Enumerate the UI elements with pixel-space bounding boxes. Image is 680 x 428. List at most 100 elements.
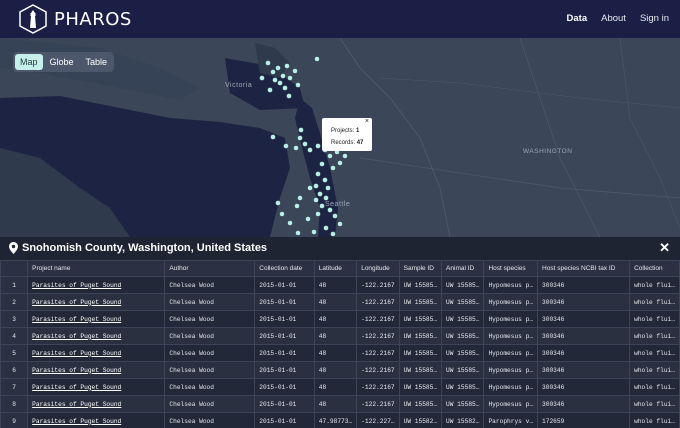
table-row[interactable]: 4 Parasites of Puget Sound Chelsea Wood 201… <box>0 327 680 345</box>
table-cell: -122.2167 <box>356 293 400 311</box>
table-row[interactable]: 7 Parasites of Puget Sound Chelsea Wood 201… <box>0 378 680 396</box>
table-cell: 48 <box>313 293 358 311</box>
table-cell: 48 <box>313 344 358 362</box>
records-table: Project name Author Collection date Lati… <box>0 260 680 428</box>
column-header-latitude[interactable]: Latitude <box>313 260 358 277</box>
table-cell: UW 15585… <box>398 344 443 362</box>
column-header-animal-id[interactable]: Animal ID <box>441 260 485 277</box>
table-row[interactable]: 3 Parasites of Puget Sound Chelsea Wood 201… <box>0 310 680 328</box>
table-cell: UW 15585… <box>398 395 443 413</box>
column-header-host-species[interactable]: Host species <box>483 260 539 277</box>
close-panel-button[interactable]: ✕ <box>659 240 670 256</box>
table-cell: whole flui… <box>629 378 680 396</box>
popup-close-button[interactable]: × <box>365 118 369 126</box>
table-cell: Chelsea Wood <box>164 344 256 362</box>
table-cell: UW 15585… <box>398 378 443 396</box>
table-cell: Hypomesus p… <box>483 395 539 413</box>
table-cell: -122.2167 <box>356 310 400 328</box>
row-number: 1 <box>0 276 29 294</box>
top-nav: PHAROS Data About Sign in <box>0 0 680 38</box>
table-cell: -122.2167 <box>356 378 400 396</box>
table-cell: Hypomesus p… <box>483 361 539 379</box>
table-cell: 48 <box>313 310 358 328</box>
table-cell: -122.2167 <box>356 344 400 362</box>
column-header-collection-date[interactable]: Collection date <box>254 260 315 277</box>
column-header-index <box>0 260 29 277</box>
project-name-link[interactable]: Parasites of Puget Sound <box>27 276 166 294</box>
column-header-longitude[interactable]: Longitude <box>356 260 400 277</box>
project-name-link[interactable]: Parasites of Puget Sound <box>27 293 166 311</box>
nav-link-about[interactable]: About <box>601 13 626 24</box>
view-globe-button[interactable]: Globe <box>45 54 79 70</box>
table-cell: UW 15585… <box>398 361 443 379</box>
table-body: 1 Parasites of Puget Sound Chelsea Wood 201… <box>0 276 680 428</box>
table-row[interactable]: 8 Parasites of Puget Sound Chelsea Wood 201… <box>0 395 680 413</box>
table-cell: whole flui… <box>629 327 680 345</box>
table-row[interactable]: 9 Parasites of Puget Sound Chelsea Wood 201… <box>0 412 680 428</box>
row-number: 6 <box>0 361 29 379</box>
table-cell: 48 <box>313 378 358 396</box>
table-row[interactable]: 2 Parasites of Puget Sound Chelsea Wood 201… <box>0 293 680 311</box>
table-cell: Chelsea Wood <box>164 327 256 345</box>
table-cell: UW 15585… <box>441 293 485 311</box>
brand-name[interactable]: PHAROS <box>54 9 132 30</box>
row-number: 9 <box>0 412 29 428</box>
project-name-link[interactable]: Parasites of Puget Sound <box>27 395 166 413</box>
table-cell: 48 <box>313 327 358 345</box>
project-name-link[interactable]: Parasites of Puget Sound <box>27 378 166 396</box>
table-cell: 2015-01-01 <box>254 276 315 294</box>
table-cell: -122.2167 <box>356 361 400 379</box>
records-table-container[interactable]: Project name Author Collection date Lati… <box>0 260 680 428</box>
table-cell: Hypomesus p… <box>483 276 539 294</box>
table-cell: -122.2167 <box>356 327 400 345</box>
column-header-collection[interactable]: Collection <box>629 260 680 277</box>
table-cell: Hypomesus p… <box>483 310 539 328</box>
view-map-button[interactable]: Map <box>15 54 43 70</box>
view-table-button[interactable]: Table <box>81 54 113 70</box>
nav-links: Data About Sign in <box>567 13 669 24</box>
table-cell: 2015-01-01 <box>254 395 315 413</box>
project-name-link[interactable]: Parasites of Puget Sound <box>27 327 166 345</box>
row-number: 4 <box>0 327 29 345</box>
table-cell: 2015-01-01 <box>254 310 315 328</box>
table-cell: UW 15585… <box>441 344 485 362</box>
table-cell: Hypomesus p… <box>483 327 539 345</box>
map-label-victoria: Victoria <box>225 82 253 89</box>
table-cell: -122.2167 <box>356 395 400 413</box>
project-name-link[interactable]: Parasites of Puget Sound <box>27 344 166 362</box>
column-header-host-species-ncbi-tax-id[interactable]: Host species NCBI tax ID <box>537 260 631 277</box>
lighthouse-logo-icon[interactable] <box>18 4 48 34</box>
table-cell: 2015-01-01 <box>254 412 315 428</box>
table-cell: Chelsea Wood <box>164 276 256 294</box>
column-header-project-name[interactable]: Project name <box>27 260 166 277</box>
table-row[interactable]: 5 Parasites of Puget Sound Chelsea Wood 201… <box>0 344 680 362</box>
table-cell: UW 15585… <box>398 310 443 328</box>
table-cell: 300346 <box>537 361 631 379</box>
project-name-link[interactable]: Parasites of Puget Sound <box>27 412 166 428</box>
nav-link-data[interactable]: Data <box>567 13 588 24</box>
table-row[interactable]: 6 Parasites of Puget Sound Chelsea Wood 201… <box>0 361 680 379</box>
project-name-link[interactable]: Parasites of Puget Sound <box>27 310 166 328</box>
table-cell: 2015-01-01 <box>254 327 315 345</box>
row-number: 2 <box>0 293 29 311</box>
row-number: 8 <box>0 395 29 413</box>
nav-link-sign-in[interactable]: Sign in <box>640 13 669 24</box>
popup-records-label: Records: <box>331 140 356 146</box>
popup-projects-label: Projects: <box>331 128 355 134</box>
table-cell: Chelsea Wood <box>164 293 256 311</box>
table-cell: 2015-01-01 <box>254 378 315 396</box>
table-cell: 2015-01-01 <box>254 361 315 379</box>
project-name-link[interactable]: Parasites of Puget Sound <box>27 361 166 379</box>
table-row[interactable]: 1 Parasites of Puget Sound Chelsea Wood 201… <box>0 276 680 294</box>
location-panel-header: Snohomish County, Washington, United Sta… <box>0 237 680 260</box>
column-header-sample-id[interactable]: Sample ID <box>398 260 443 277</box>
table-cell: -122.2167 <box>356 276 400 294</box>
table-cell: 300346 <box>537 293 631 311</box>
column-header-author[interactable]: Author <box>164 260 256 277</box>
table-cell: Chelsea Wood <box>164 395 256 413</box>
location-title: Snohomish County, Washington, United Sta… <box>22 242 268 254</box>
table-cell: 2015-01-01 <box>254 293 315 311</box>
table-cell: 47.98773… <box>313 412 358 428</box>
map-label-seattle: Seattle <box>325 201 351 208</box>
map-pin-icon <box>9 242 18 254</box>
